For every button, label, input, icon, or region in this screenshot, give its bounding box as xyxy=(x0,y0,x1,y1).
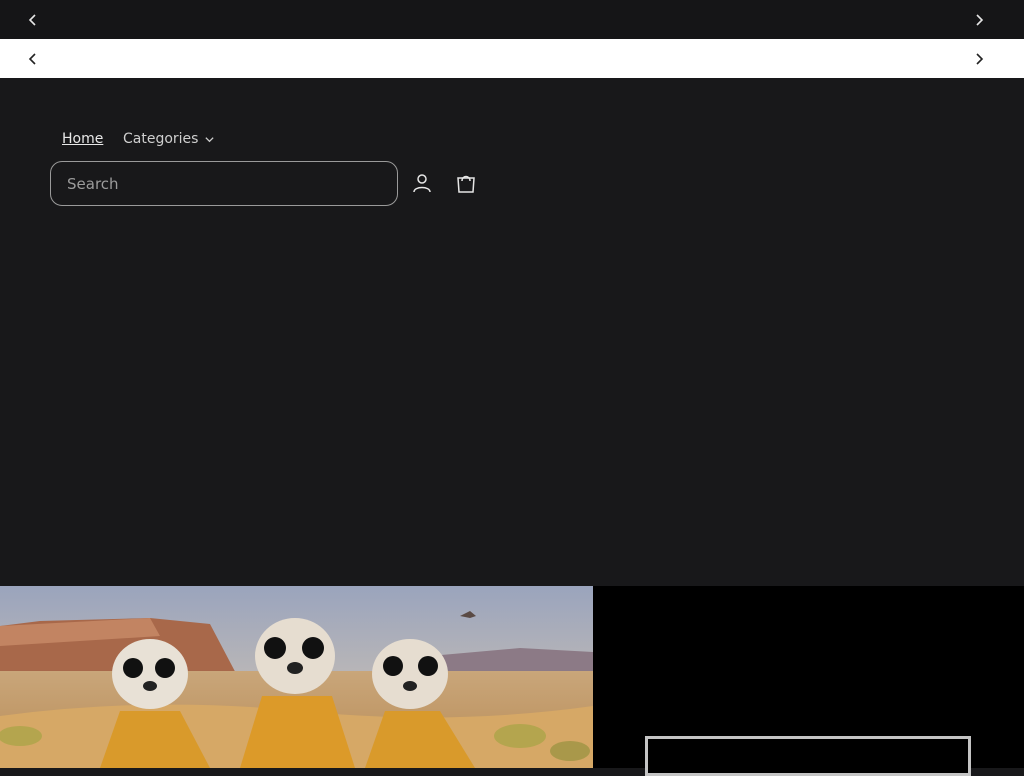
secondary-next-button[interactable] xyxy=(964,39,994,78)
chevron-right-icon xyxy=(976,52,984,65)
nav-categories-menu[interactable]: Categories xyxy=(123,131,215,147)
announcement-bar xyxy=(0,0,1024,39)
site-header xyxy=(0,78,1024,586)
nav-categories-label: Categories xyxy=(123,131,199,147)
account-icon xyxy=(413,174,431,193)
chevron-right-icon xyxy=(976,13,984,26)
chevron-left-icon xyxy=(28,13,36,26)
hero-image xyxy=(0,586,593,768)
search-placeholder: Search xyxy=(67,174,119,193)
hero-cta-button[interactable] xyxy=(645,736,971,776)
secondary-announcement-bar xyxy=(0,39,1024,78)
account-button[interactable] xyxy=(409,170,435,196)
chevron-down-icon xyxy=(205,136,215,142)
search-input[interactable]: Search xyxy=(50,161,398,206)
announcement-next-button[interactable] xyxy=(964,0,994,39)
announcement-prev-button[interactable] xyxy=(18,0,48,39)
secondary-prev-button[interactable] xyxy=(18,39,48,78)
nav-home-link[interactable]: Home xyxy=(62,131,103,147)
chevron-left-icon xyxy=(28,52,36,65)
cart-icon xyxy=(457,175,475,193)
cart-button[interactable] xyxy=(453,170,479,196)
